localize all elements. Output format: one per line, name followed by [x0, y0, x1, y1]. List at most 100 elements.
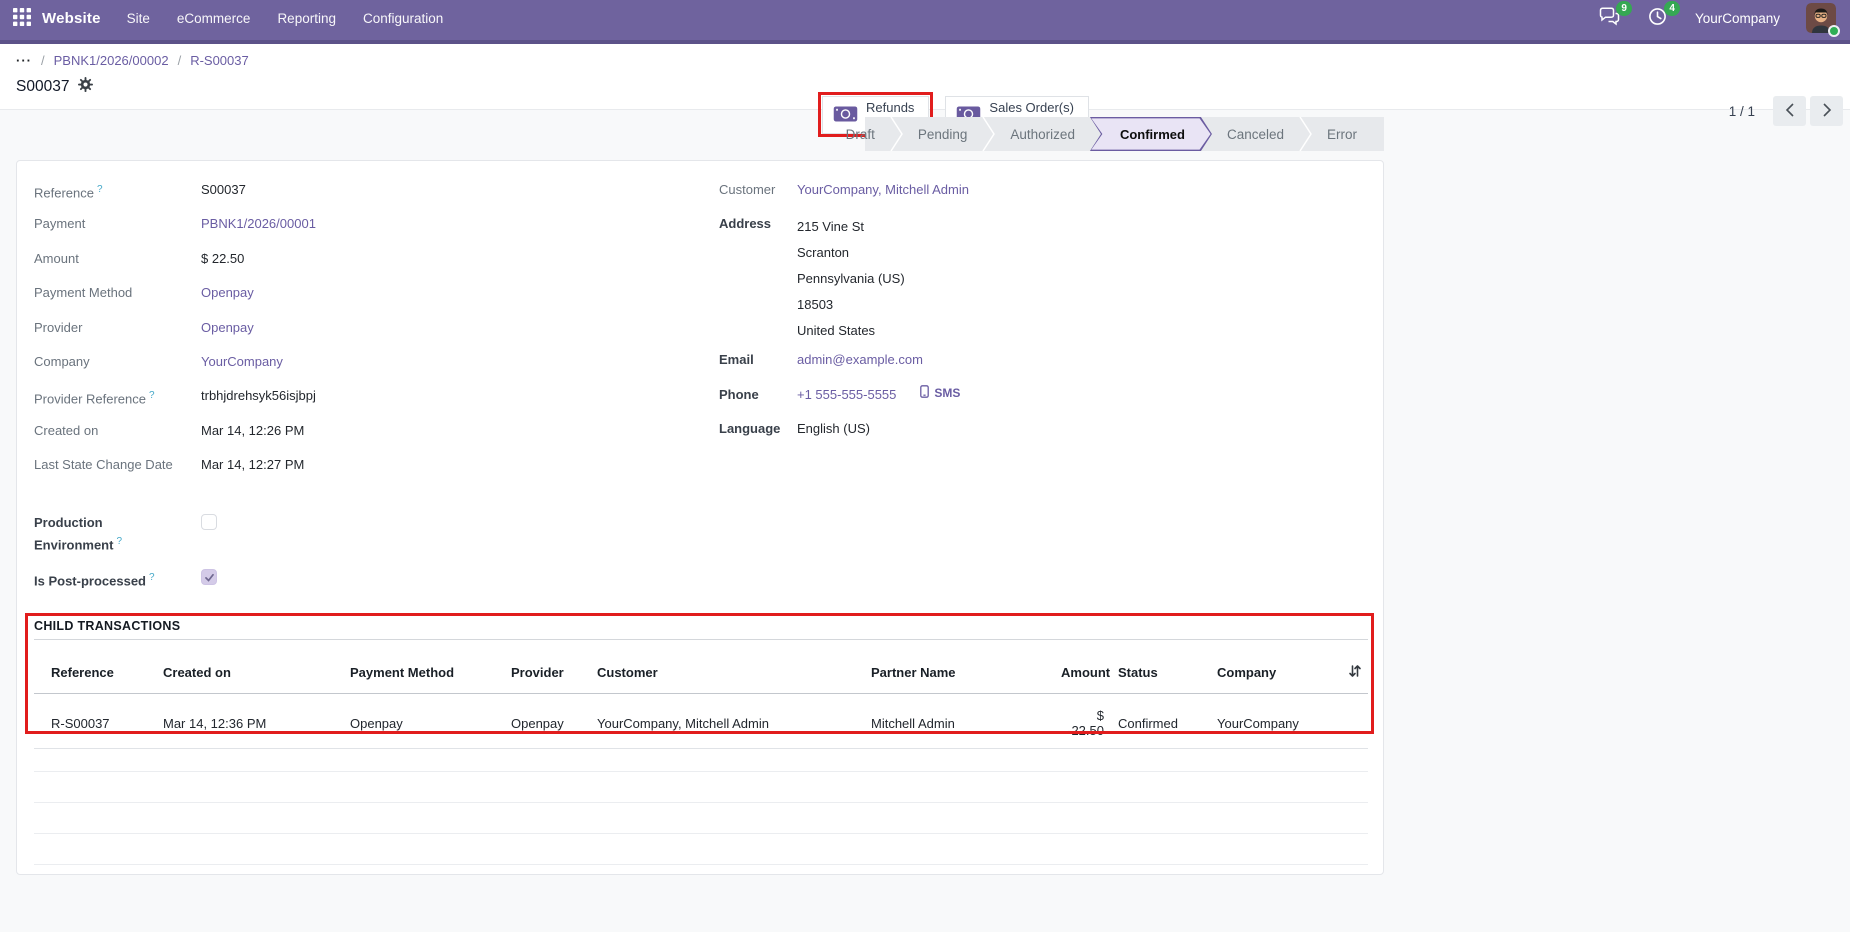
- payment-method-link[interactable]: Openpay: [201, 283, 254, 302]
- field-phone: Phone +1 555-555-5555 SMS: [719, 378, 1339, 412]
- field-value: trbhjdrehsyk56isjbpj: [201, 386, 316, 405]
- help-marker: ?: [149, 390, 155, 401]
- column-header-payment-method[interactable]: Payment Method: [350, 640, 511, 694]
- field-label: Production Environment?: [34, 513, 201, 554]
- field-label: Language: [719, 419, 797, 438]
- optional-columns-button[interactable]: [1331, 640, 1368, 694]
- email-link[interactable]: admin@example.com: [797, 350, 923, 369]
- field-customer: Customer YourCompany, Mitchell Admin: [719, 173, 1339, 207]
- field-created-on: Created on Mar 14, 12:26 PM: [34, 414, 694, 448]
- column-header-created-on[interactable]: Created on: [163, 640, 350, 694]
- user-menu[interactable]: [1806, 3, 1836, 33]
- is-post-processed-checkbox[interactable]: [201, 569, 217, 585]
- systray: 9 4 YourCompany: [1599, 3, 1836, 33]
- production-environment-checkbox[interactable]: [201, 514, 217, 530]
- messages-badge: 9: [1616, 1, 1632, 16]
- empty-row: [34, 741, 1368, 772]
- breadcrumb-ellipsis[interactable]: ···: [16, 53, 32, 68]
- empty-list-rows: [34, 741, 1368, 865]
- company-switcher[interactable]: YourCompany: [1695, 11, 1780, 26]
- chevron-separator-icon: [1299, 117, 1312, 151]
- menu-ecommerce[interactable]: eCommerce: [177, 11, 251, 26]
- pager: 1 / 1: [1729, 96, 1843, 126]
- field-email: Email admin@example.com: [719, 343, 1339, 377]
- pager-previous-button[interactable]: [1773, 96, 1806, 126]
- column-header-partner-name[interactable]: Partner Name: [871, 640, 1061, 694]
- activities-button[interactable]: 4: [1647, 8, 1669, 28]
- status-step-confirmed-active[interactable]: Confirmed: [1090, 117, 1212, 151]
- chevron-separator-icon: [890, 117, 903, 151]
- field-label: Provider: [34, 318, 201, 337]
- messages-button[interactable]: 9: [1599, 8, 1621, 28]
- field-label: Company: [34, 352, 201, 371]
- child-transactions-section: CHILD TRANSACTIONS Reference Created on …: [34, 619, 1368, 749]
- menu-site[interactable]: Site: [127, 11, 150, 26]
- pager-next-button[interactable]: [1810, 96, 1843, 126]
- adjust-columns-icon: [1348, 666, 1362, 681]
- field-is-post-processed: Is Post-processed?: [34, 561, 694, 595]
- field-last-state-change: Last State Change Date Mar 14, 12:27 PM: [34, 448, 694, 506]
- actions-gear-button[interactable]: [78, 77, 93, 97]
- customer-link[interactable]: YourCompany, Mitchell Admin: [797, 180, 969, 199]
- payment-link[interactable]: PBNK1/2026/00001: [201, 214, 316, 233]
- column-header-amount[interactable]: Amount: [1061, 640, 1118, 694]
- field-label: Address: [719, 214, 797, 233]
- column-header-status[interactable]: Status: [1118, 640, 1217, 694]
- status-step-error[interactable]: Error: [1312, 117, 1372, 151]
- field-label: Reference?: [34, 180, 201, 202]
- breadcrumb-separator: /: [41, 53, 45, 68]
- statusbar: Draft Pending Authorized Confirmed Cance…: [865, 117, 1384, 151]
- column-header-reference[interactable]: Reference: [34, 640, 163, 694]
- page-title: S00037: [16, 78, 69, 96]
- menu-configuration[interactable]: Configuration: [363, 11, 443, 26]
- company-link[interactable]: YourCompany: [201, 352, 283, 371]
- address-zip: 18503: [797, 292, 905, 318]
- field-label: Payment: [34, 214, 201, 233]
- apps-grid-icon: [13, 8, 31, 29]
- field-reference: Reference? S00037: [34, 173, 694, 207]
- app-name[interactable]: Website: [42, 10, 101, 27]
- column-header-company[interactable]: Company: [1217, 640, 1331, 694]
- field-payment: Payment PBNK1/2026/00001: [34, 207, 694, 241]
- address-city: Scranton: [797, 240, 905, 266]
- status-step-authorized[interactable]: Authorized: [995, 117, 1090, 151]
- help-marker: ?: [97, 184, 103, 195]
- pager-value[interactable]: 1 / 1: [1729, 104, 1755, 119]
- empty-row: [34, 772, 1368, 803]
- status-step-canceled[interactable]: Canceled: [1212, 117, 1299, 151]
- breadcrumb-separator: /: [178, 53, 182, 68]
- column-header-provider[interactable]: Provider: [511, 640, 597, 694]
- field-value: English (US): [797, 419, 870, 438]
- field-column-right: Customer YourCompany, Mitchell Admin Add…: [719, 173, 1339, 447]
- column-header-customer[interactable]: Customer: [597, 640, 871, 694]
- section-title: CHILD TRANSACTIONS: [34, 619, 1368, 640]
- breadcrumb-link-payment[interactable]: PBNK1/2026/00002: [54, 53, 169, 68]
- field-language: Language English (US): [719, 412, 1339, 446]
- table-header-row: Reference Created on Payment Method Prov…: [34, 640, 1368, 694]
- chevron-left-icon: [1785, 103, 1795, 120]
- record-title-row: S00037: [16, 77, 93, 97]
- status-step-draft[interactable]: Draft: [831, 117, 890, 151]
- phone-link[interactable]: +1 555-555-5555: [797, 385, 896, 404]
- provider-link[interactable]: Openpay: [201, 318, 254, 337]
- breadcrumb-link-refund[interactable]: R-S00037: [190, 53, 249, 68]
- field-label: Provider Reference?: [34, 386, 201, 408]
- help-marker: ?: [116, 536, 122, 547]
- refunds-label: Refunds: [866, 100, 914, 115]
- field-amount: Amount $ 22.50: [34, 242, 694, 276]
- menu-reporting[interactable]: Reporting: [277, 11, 336, 26]
- chevron-separator-icon: [982, 117, 995, 151]
- field-payment-method: Payment Method Openpay: [34, 276, 694, 310]
- field-address: Address 215 Vine St Scranton Pennsylvani…: [719, 207, 1339, 343]
- field-label: Payment Method: [34, 283, 201, 302]
- sms-button[interactable]: SMS: [920, 385, 960, 401]
- chevron-right-icon: [1822, 103, 1832, 120]
- field-provider: Provider Openpay: [34, 311, 694, 345]
- status-step-pending[interactable]: Pending: [903, 117, 983, 151]
- sms-label: SMS: [934, 386, 960, 400]
- field-label: Phone: [719, 385, 797, 404]
- main-menu: Site eCommerce Reporting Configuration: [127, 11, 444, 26]
- field-company: Company YourCompany: [34, 345, 694, 379]
- breadcrumb: ··· / PBNK1/2026/00002 / R-S00037: [16, 53, 249, 68]
- apps-menu-button[interactable]: [12, 8, 32, 28]
